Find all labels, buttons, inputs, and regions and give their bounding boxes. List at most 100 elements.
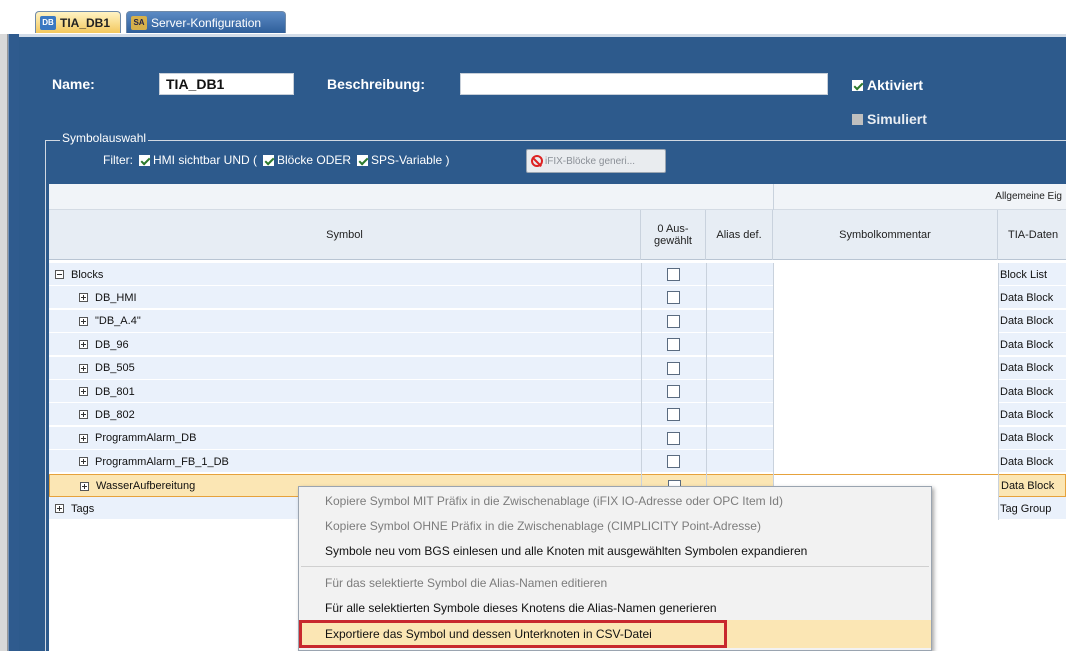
select-checkbox[interactable] (667, 268, 680, 281)
name-input[interactable]: TIA_DB1 (159, 73, 294, 95)
menu-item-copy-without-prefix[interactable]: Kopiere Symbol OHNE Präfix in die Zwisch… (299, 514, 931, 537)
name-label: Name: (52, 76, 95, 92)
expand-icon[interactable] (79, 340, 88, 350)
symbol-cell: "DB_A.4" (79, 310, 141, 333)
menu-item-reload-symbols[interactable]: Symbole neu vom BGS einlesen und alle Kn… (299, 539, 931, 562)
select-checkbox[interactable] (667, 291, 680, 305)
expand-icon[interactable] (79, 457, 88, 467)
symbol-label: Blocks (71, 268, 104, 281)
table-row[interactable]: ProgrammAlarm_DB Data Block (49, 426, 1066, 450)
expand-icon[interactable] (79, 316, 88, 326)
menu-separator (301, 566, 929, 567)
comment-cell[interactable] (773, 333, 998, 357)
table-row[interactable]: "DB_A.4" Data Block (49, 309, 1066, 333)
select-checkbox[interactable] (667, 314, 680, 328)
simulated-checkbox[interactable]: Simuliert (852, 111, 927, 127)
tia-type-cell: Data Block (1000, 315, 1054, 328)
column-divider (998, 263, 999, 521)
filter-hmi-text: HMI sichtbar UND ( (153, 153, 258, 167)
select-checkbox[interactable] (667, 431, 680, 445)
table-row[interactable]: DB_HMI Data Block (49, 286, 1066, 310)
grid-column-header: Symbol 0 Aus- gewählt Alias def. Symbolk… (49, 210, 1066, 260)
expand-icon[interactable] (79, 433, 88, 443)
comment-cell[interactable] (773, 356, 998, 380)
table-row[interactable]: Blocks Block List (49, 263, 1066, 286)
activated-checkbox[interactable]: Aktiviert (852, 77, 923, 93)
description-label: Beschreibung: (327, 76, 426, 92)
comment-cell[interactable] (773, 426, 998, 450)
expand-icon[interactable] (79, 410, 88, 420)
tia-type-cell: Data Block (1000, 385, 1054, 398)
select-checkbox-cell (667, 403, 680, 426)
simulated-label: Simuliert (867, 111, 927, 127)
tab-label: Server-Konfiguration (151, 15, 262, 30)
table-row[interactable]: DB_801 Data Block (49, 380, 1066, 403)
tia-type-cell: Data Block (1000, 432, 1054, 445)
collapse-icon[interactable] (55, 270, 64, 279)
symbol-label: "DB_A.4" (95, 315, 141, 328)
grid-group-header: Allgemeine Eig (49, 184, 1066, 210)
column-alias[interactable]: Alias def. (706, 210, 773, 260)
menu-item-export-highlight (727, 620, 931, 648)
column-divider (706, 263, 707, 521)
symbol-cell: Blocks (55, 263, 103, 286)
select-checkbox[interactable] (667, 338, 680, 352)
symbol-label: WasserAufbereitung (96, 480, 196, 493)
column-comment[interactable]: Symbolkommentar (773, 210, 998, 260)
comment-cell[interactable] (773, 450, 998, 474)
comment-cell[interactable] (773, 380, 998, 403)
select-checkbox-cell (667, 450, 680, 473)
hmi-visible-checkbox[interactable] (139, 154, 150, 166)
description-input[interactable] (460, 73, 828, 95)
activated-label: Aktiviert (867, 77, 924, 93)
tia-type-cell: Data Block (1000, 291, 1054, 304)
context-menu: Kopiere Symbol MIT Präfix in die Zwische… (298, 486, 932, 651)
select-checkbox-cell (667, 333, 680, 356)
menu-item-generate-alias[interactable]: Für alle selektierten Symbole dieses Kno… (299, 596, 931, 619)
symbol-label: ProgrammAlarm_FB_1_DB (95, 455, 229, 468)
column-selected-line1: 0 Aus- (657, 223, 689, 235)
select-checkbox[interactable] (667, 455, 680, 469)
expand-icon[interactable] (80, 481, 89, 491)
tab-tia-db1[interactable]: DB TIA_DB1 (35, 11, 121, 33)
expand-icon[interactable] (79, 387, 88, 396)
menu-item-export-csv[interactable]: Exportiere das Symbol und dessen Unterkn… (299, 620, 727, 648)
expand-icon[interactable] (79, 363, 88, 373)
select-checkbox[interactable] (667, 361, 680, 375)
symbol-label: DB_801 (95, 385, 135, 398)
table-row[interactable]: ProgrammAlarm_FB_1_DB Data Block (49, 450, 1066, 474)
table-row[interactable]: DB_505 Data Block (49, 356, 1066, 380)
column-divider (641, 263, 642, 521)
tia-type-cell: Tag Group (1000, 502, 1052, 515)
tia-type-cell: Data Block (1000, 338, 1054, 351)
select-checkbox[interactable] (667, 408, 680, 422)
comment-cell[interactable] (773, 403, 998, 427)
symbol-label: ProgrammAlarm_DB (95, 432, 197, 445)
column-selected[interactable]: 0 Aus- gewählt (641, 210, 706, 260)
tia-type-cell: Data Block (1000, 362, 1054, 375)
sps-variable-checkbox[interactable] (357, 154, 369, 166)
tia-type-cell: Data Block (1001, 480, 1055, 493)
select-checkbox[interactable] (667, 385, 680, 398)
symbol-cell: DB_HMI (79, 286, 137, 309)
tab-server-configuration[interactable]: SA Server-Konfiguration (126, 11, 286, 33)
checkbox-unchecked-icon (852, 113, 863, 125)
menu-item-edit-alias[interactable]: Für das selektierte Symbol die Alias-Nam… (299, 571, 931, 594)
comment-cell[interactable] (773, 286, 998, 310)
comment-cell[interactable] (773, 263, 998, 286)
table-row[interactable]: DB_96 Data Block (49, 333, 1066, 357)
symbol-label: DB_505 (95, 362, 135, 375)
select-checkbox-cell (667, 263, 680, 286)
select-checkbox-cell (667, 380, 680, 403)
column-tia-type[interactable]: TIA-Daten (998, 210, 1066, 260)
blocks-checkbox[interactable] (263, 154, 275, 166)
expand-icon[interactable] (55, 504, 64, 513)
column-symbol[interactable]: Symbol (49, 210, 641, 260)
table-row[interactable]: DB_802 Data Block (49, 403, 1066, 427)
checkbox-checked-icon (852, 79, 863, 91)
expand-icon[interactable] (79, 293, 88, 303)
menu-item-copy-with-prefix[interactable]: Kopiere Symbol MIT Präfix in die Zwische… (299, 489, 931, 512)
comment-cell[interactable] (773, 309, 998, 333)
symbol-cell: DB_802 (79, 403, 135, 426)
generate-ifix-blocks-button[interactable]: iFIX-Blöcke generi... (526, 149, 666, 173)
